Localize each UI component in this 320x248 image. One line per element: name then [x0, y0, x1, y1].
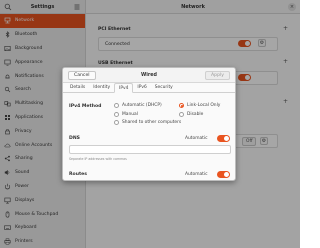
dns-input[interactable] [69, 145, 231, 154]
radio-label: Shared to other computers [122, 120, 182, 125]
radio-label: Link-Local Only [187, 103, 221, 108]
method-manual-radio[interactable]: Manual [114, 112, 138, 117]
routes-automatic-label: Automatic [185, 172, 208, 177]
dns-label: DNS [69, 136, 80, 141]
radio-label: Automatic (DHCP) [122, 103, 162, 108]
tab-ipv6[interactable]: IPv6 [133, 83, 150, 93]
dialog-tabs: Details Identity IPv4 IPv6 Security [63, 83, 235, 93]
routes-label: Routes [69, 172, 88, 177]
wired-dialog: Cancel Wired Apply Details Identity IPv4… [62, 67, 236, 181]
apply-button[interactable]: Apply [205, 71, 230, 80]
dialog-body: IPv4 Method Automatic (DHCP) Link-Local … [63, 94, 235, 180]
radio-circle [114, 120, 119, 125]
dialog-header: Cancel Wired Apply [63, 68, 235, 83]
tab-ipv4[interactable]: IPv4 [114, 83, 134, 93]
routes-automatic-toggle[interactable] [217, 171, 230, 178]
ipv4-method-label: IPv4 Method [69, 104, 102, 109]
tab-security[interactable]: Security [151, 83, 177, 93]
tab-identity[interactable]: Identity [89, 83, 114, 93]
radio-circle [114, 112, 119, 117]
method-shared-radio[interactable]: Shared to other computers [114, 120, 181, 125]
dns-hint: Separate IP addresses with commas [69, 157, 127, 161]
dns-automatic-toggle[interactable] [217, 135, 230, 142]
radio-circle [179, 103, 184, 108]
method-link-local-radio[interactable]: Link-Local Only [179, 103, 220, 108]
radio-circle [179, 112, 184, 117]
radio-label: Disable [187, 112, 204, 117]
method-disable-radio[interactable]: Disable [179, 112, 203, 117]
tab-details[interactable]: Details [66, 83, 89, 93]
method-automatic-radio[interactable]: Automatic (DHCP) [114, 103, 162, 108]
radio-circle [114, 103, 119, 108]
dns-automatic-label: Automatic [185, 136, 208, 141]
radio-label: Manual [122, 112, 138, 117]
